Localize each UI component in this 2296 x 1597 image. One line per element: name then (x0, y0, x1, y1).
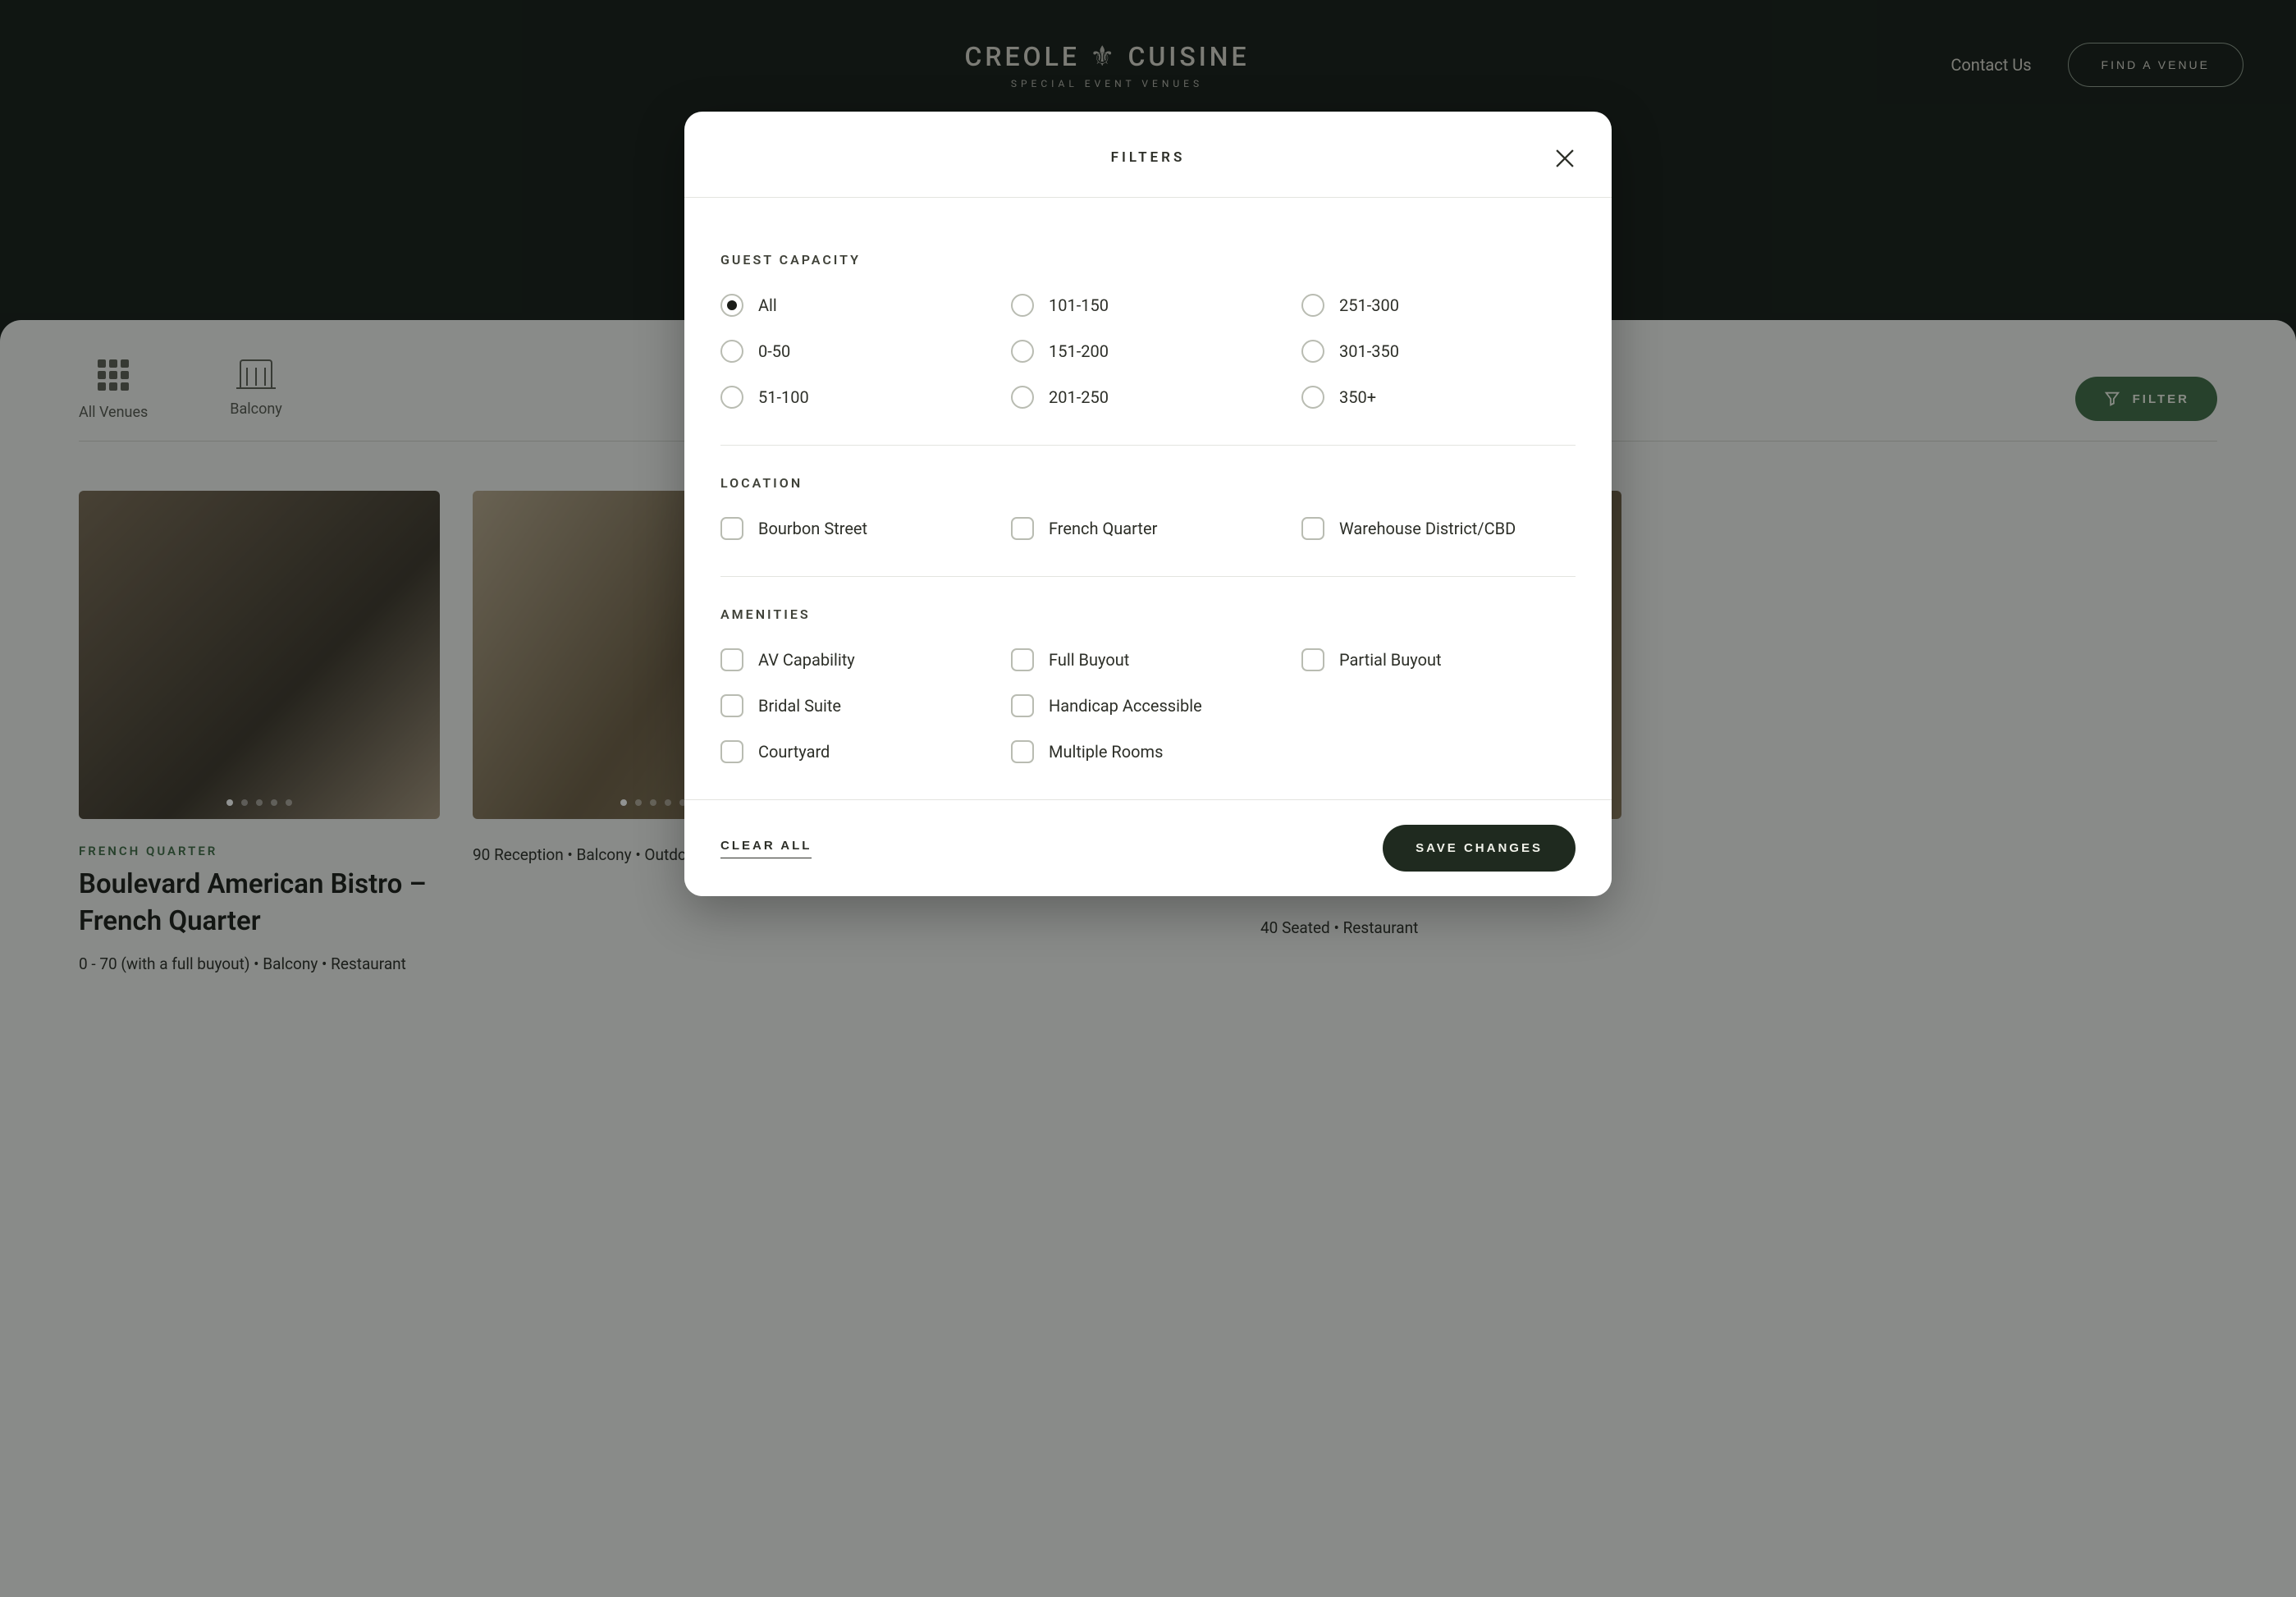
option-label: Bourbon Street (758, 519, 867, 538)
section-amenities: AMENITIES AV Capability Bridal Suite Court… (720, 577, 1576, 799)
option-label: Multiple Rooms (1049, 742, 1163, 762)
section-title: AMENITIES (720, 606, 1576, 622)
checkbox-icon (1011, 517, 1034, 540)
capacity-option[interactable]: 350+ (1301, 386, 1576, 409)
option-label: 151-200 (1049, 341, 1109, 361)
location-option[interactable]: Bourbon Street (720, 517, 995, 540)
save-changes-button[interactable]: SAVE CHANGES (1383, 825, 1576, 872)
filters-modal: FILTERS GUEST CAPACITY All 0-50 51-100 101-… (684, 112, 1612, 896)
amenity-option[interactable]: AV Capability (720, 648, 995, 671)
checkbox-icon (1301, 648, 1324, 671)
option-label: 350+ (1339, 387, 1376, 407)
clear-all-button[interactable]: CLEAR ALL (720, 839, 812, 858)
modal-footer: CLEAR ALL SAVE CHANGES (684, 799, 1612, 896)
radio-icon (1301, 294, 1324, 317)
section-title: LOCATION (720, 475, 1576, 491)
option-label: Partial Buyout (1339, 650, 1442, 670)
section-title: GUEST CAPACITY (720, 252, 1576, 268)
option-label: All (758, 295, 777, 315)
amenity-option[interactable]: Multiple Rooms (1011, 740, 1285, 763)
radio-icon (1301, 340, 1324, 363)
location-option[interactable]: Warehouse District/CBD (1301, 517, 1576, 540)
radio-icon (1301, 386, 1324, 409)
checkbox-icon (720, 740, 743, 763)
modal-overlay[interactable]: FILTERS GUEST CAPACITY All 0-50 51-100 101-… (0, 0, 2296, 1597)
option-label: Courtyard (758, 742, 830, 762)
option-label: 51-100 (758, 387, 809, 407)
modal-body: GUEST CAPACITY All 0-50 51-100 101-150 151-2… (684, 198, 1612, 799)
checkbox-icon (720, 694, 743, 717)
capacity-option[interactable]: 251-300 (1301, 294, 1576, 317)
checkbox-icon (1011, 648, 1034, 671)
radio-icon (720, 386, 743, 409)
modal-title: FILTERS (684, 149, 1612, 166)
checkbox-icon (1011, 740, 1034, 763)
option-label: Warehouse District/CBD (1339, 519, 1516, 538)
capacity-option[interactable]: 101-150 (1011, 294, 1285, 317)
amenity-option[interactable]: Partial Buyout (1301, 648, 1576, 671)
section-location: LOCATION Bourbon Street French Quarter War… (720, 446, 1576, 577)
checkbox-icon (720, 648, 743, 671)
option-label: 251-300 (1339, 295, 1399, 315)
capacity-option[interactable]: 151-200 (1011, 340, 1285, 363)
capacity-option[interactable]: 0-50 (720, 340, 995, 363)
option-label: 201-250 (1049, 387, 1109, 407)
option-label: Full Buyout (1049, 650, 1129, 670)
amenity-option[interactable]: Full Buyout (1011, 648, 1285, 671)
close-icon (1551, 144, 1579, 172)
checkbox-icon (1011, 694, 1034, 717)
capacity-option[interactable]: All (720, 294, 995, 317)
radio-icon (720, 340, 743, 363)
option-label: Bridal Suite (758, 696, 841, 716)
capacity-option[interactable]: 51-100 (720, 386, 995, 409)
option-label: 301-350 (1339, 341, 1399, 361)
amenity-option[interactable]: Handicap Accessible (1011, 694, 1285, 717)
radio-icon (1011, 340, 1034, 363)
amenity-option[interactable]: Bridal Suite (720, 694, 995, 717)
option-label: French Quarter (1049, 519, 1157, 538)
option-label: Handicap Accessible (1049, 696, 1202, 716)
radio-icon (720, 294, 743, 317)
capacity-option[interactable]: 301-350 (1301, 340, 1576, 363)
option-label: 101-150 (1049, 295, 1109, 315)
checkbox-icon (720, 517, 743, 540)
page-root: CREOLE ⚜ CUISINE SPECIAL EVENT VENUES Co… (0, 0, 2296, 1597)
option-label: AV Capability (758, 650, 855, 670)
amenity-option[interactable]: Courtyard (720, 740, 995, 763)
modal-header: FILTERS (684, 112, 1612, 198)
close-button[interactable] (1551, 144, 1579, 172)
radio-icon (1011, 294, 1034, 317)
location-option[interactable]: French Quarter (1011, 517, 1285, 540)
capacity-option[interactable]: 201-250 (1011, 386, 1285, 409)
radio-icon (1011, 386, 1034, 409)
section-guest-capacity: GUEST CAPACITY All 0-50 51-100 101-150 151-2… (720, 222, 1576, 446)
option-label: 0-50 (758, 341, 790, 361)
checkbox-icon (1301, 517, 1324, 540)
